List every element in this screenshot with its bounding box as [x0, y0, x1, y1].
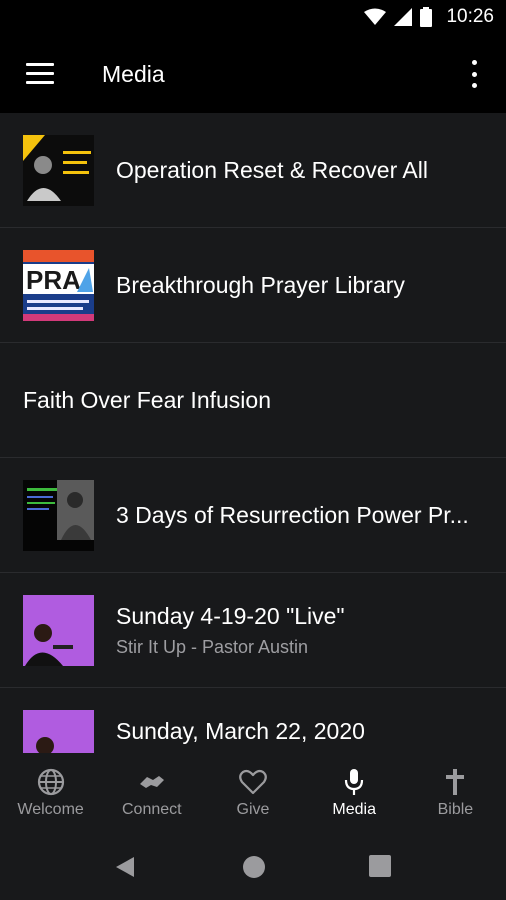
item-subtitle: Stir It Up - Pastor Austin — [116, 637, 309, 657]
list-item[interactable]: Faith Over Fear Infusion — [0, 343, 506, 458]
thumbnail: PRA — [23, 250, 94, 321]
nav-label: Media — [332, 801, 376, 818]
thumbnail — [23, 710, 94, 753]
nav-label: Welcome — [17, 801, 84, 818]
status-time: 10:26 — [446, 6, 494, 27]
system-nav-bar — [0, 835, 506, 900]
page-title: Media — [102, 61, 165, 87]
nav-welcome[interactable]: Welcome — [0, 753, 101, 835]
battery-icon — [420, 7, 433, 27]
status-icons: 10:26 — [364, 6, 494, 28]
recents-icon[interactable] — [369, 855, 391, 877]
nav-connect[interactable]: Connect — [101, 753, 202, 835]
item-title: Breakthrough Prayer Library — [116, 272, 405, 298]
cross-icon — [446, 769, 465, 795]
item-title: Faith Over Fear Infusion — [23, 387, 271, 413]
item-title: 3 Days of Resurrection Power Pr... — [116, 502, 469, 528]
more-options-icon[interactable] — [462, 60, 486, 88]
menu-icon[interactable] — [26, 63, 54, 85]
bottom-nav: Welcome Connect Give Media Bible — [0, 753, 506, 835]
nav-bible[interactable]: Bible — [405, 753, 506, 835]
thumbnail — [23, 135, 94, 206]
nav-label: Bible — [437, 801, 474, 818]
nav-label: Give — [236, 801, 270, 818]
media-list: Operation Reset & Recover All PRA Breakt… — [0, 113, 506, 753]
microphone-icon — [345, 769, 364, 795]
globe-icon — [37, 768, 64, 796]
item-title: Sunday 4-19-20 "Live" — [116, 603, 345, 629]
thumbnail — [23, 595, 94, 666]
list-item[interactable]: Sunday, March 22, 2020 — [0, 688, 506, 753]
home-icon[interactable] — [242, 855, 266, 879]
cell-signal-icon — [394, 8, 413, 26]
heart-icon — [239, 769, 267, 795]
thumbnail — [23, 480, 94, 551]
back-icon[interactable] — [114, 855, 136, 879]
nav-label: Connect — [122, 801, 182, 818]
handshake-icon — [139, 776, 164, 788]
nav-give[interactable]: Give — [202, 753, 303, 835]
thumb-text: PRA — [26, 265, 81, 295]
nav-media[interactable]: Media — [304, 753, 405, 835]
list-item[interactable]: Operation Reset & Recover All — [0, 113, 506, 228]
item-title: Operation Reset & Recover All — [116, 157, 428, 183]
app-bar: Media — [0, 36, 506, 113]
list-item[interactable]: Sunday 4-19-20 "Live" Stir It Up - Pasto… — [0, 573, 506, 688]
wifi-icon — [364, 8, 387, 25]
list-item[interactable]: 3 Days of Resurrection Power Pr... — [0, 458, 506, 573]
list-item[interactable]: PRA Breakthrough Prayer Library — [0, 228, 506, 343]
status-bar: 10:26 — [0, 0, 506, 36]
item-title: Sunday, March 22, 2020 — [116, 718, 365, 744]
